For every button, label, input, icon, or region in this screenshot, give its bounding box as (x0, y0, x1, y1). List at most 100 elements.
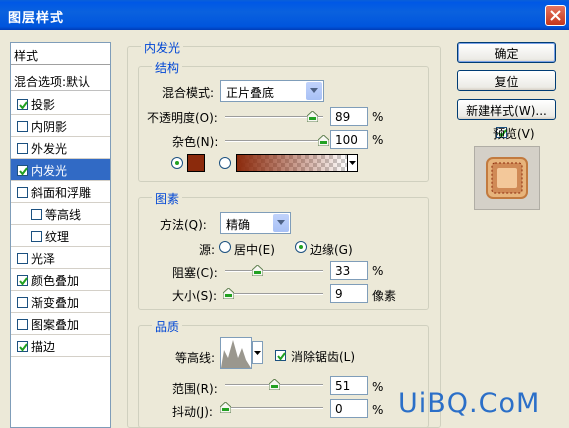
style-item-8[interactable]: 光泽 (11, 247, 110, 268)
size-unit: 像素 (372, 289, 397, 303)
watermark-text: UiBQ.CoM (398, 388, 541, 419)
range-label: 范围(R): (172, 382, 218, 396)
style-item-label: 颜色叠加 (31, 274, 80, 288)
checkmark-icon (19, 167, 28, 176)
chevron-down-icon (254, 351, 261, 355)
size-input[interactable]: 9 (330, 284, 368, 303)
style-item-2[interactable]: 内阴影 (11, 115, 110, 136)
noise-slider-thumb[interactable] (317, 135, 329, 146)
close-icon (550, 10, 561, 21)
style-item-1[interactable]: 投影 (11, 93, 110, 114)
source-label: 源: (199, 243, 216, 257)
range-unit: % (372, 380, 384, 394)
style-item-label: 图案叠加 (31, 318, 80, 332)
source-center-label[interactable]: 居中(E) (234, 241, 275, 258)
choke-slider-track (225, 270, 323, 272)
contour-label: 等高线: (175, 351, 216, 365)
antialias-label[interactable]: 消除锯齿(L) (291, 348, 355, 365)
preview-label[interactable]: 预览(V) (493, 125, 535, 142)
structure-title: 结构 (152, 59, 183, 76)
style-item-checkbox[interactable] (31, 231, 42, 242)
style-preview (474, 146, 540, 210)
style-item-checkbox[interactable] (17, 275, 28, 286)
style-item-10[interactable]: 渐变叠加 (11, 291, 110, 312)
source-edge-label[interactable]: 边缘(G) (310, 241, 353, 258)
style-list-header[interactable]: 样式 (11, 43, 110, 65)
glow-color-swatch[interactable] (187, 154, 205, 172)
title-bar: 图层样式 (0, 0, 569, 30)
source-edge-radio[interactable] (295, 241, 307, 253)
opacity-input[interactable]: 89 (330, 107, 368, 126)
style-item-12[interactable]: 描边 (11, 335, 110, 356)
size-label: 大小(S): (172, 289, 218, 303)
noise-label: 杂色(N): (172, 135, 219, 149)
reset-button[interactable]: 复位 (457, 70, 556, 91)
style-item-6[interactable]: 等高线 (11, 203, 110, 224)
jitter-unit: % (372, 403, 384, 417)
style-item-checkbox[interactable] (17, 187, 28, 198)
checkmark-icon (19, 343, 28, 352)
style-item-checkbox[interactable] (17, 121, 28, 132)
style-item-11[interactable]: 图案叠加 (11, 313, 110, 334)
jitter-input[interactable]: 0 (330, 399, 368, 418)
style-list: 样式 混合选项:默认 投影内阴影外发光内发光 斜面和浮雕 等高线 纹理光泽颜色叠加渐变… (10, 42, 111, 428)
style-item-5[interactable]: 斜面和浮雕 (11, 181, 110, 202)
method-value: 精确 (226, 218, 251, 232)
method-select[interactable]: 精确 (220, 212, 291, 234)
color-mode-radio[interactable] (171, 157, 183, 169)
jitter-slider-thumb[interactable] (219, 402, 231, 413)
style-item-checkbox[interactable] (17, 297, 28, 308)
size-slider-track (225, 293, 323, 295)
style-item-label: 渐变叠加 (31, 296, 80, 310)
style-item-label: 投影 (31, 98, 56, 112)
window-title: 图层样式 (8, 11, 65, 26)
contour-curve-icon (221, 340, 251, 368)
style-item-label: 外发光 (31, 142, 68, 156)
range-input[interactable]: 51 (330, 376, 368, 395)
preview-swatch-icon (486, 157, 528, 199)
gradient-picker[interactable] (236, 154, 348, 172)
opacity-unit: % (372, 110, 384, 124)
close-button[interactable] (545, 5, 566, 26)
contour-preview[interactable] (220, 337, 252, 369)
choke-unit: % (372, 264, 384, 278)
new-style-button[interactable]: 新建样式(W)... (457, 99, 556, 120)
chevron-down-icon (273, 214, 289, 232)
noise-unit: % (372, 133, 384, 147)
opacity-slider-thumb[interactable] (306, 111, 318, 122)
source-center-radio[interactable] (219, 241, 231, 253)
style-item-checkbox[interactable] (31, 209, 42, 220)
ok-button[interactable]: 确定 (457, 42, 556, 63)
size-slider-thumb[interactable] (223, 288, 235, 299)
chevron-down-icon (306, 82, 322, 100)
style-item-checkbox[interactable] (17, 253, 28, 264)
style-item-checkbox[interactable] (17, 319, 28, 330)
choke-slider-thumb[interactable] (251, 265, 263, 276)
style-item-7[interactable]: 纹理 (11, 225, 110, 246)
style-list-divider (11, 356, 110, 357)
choke-input[interactable]: 33 (330, 261, 368, 280)
style-item-checkbox[interactable] (17, 341, 28, 352)
gradient-dropdown[interactable] (347, 154, 358, 172)
range-slider-thumb[interactable] (269, 379, 281, 390)
chevron-down-icon (349, 161, 356, 165)
style-item-checkbox[interactable] (17, 143, 28, 154)
quality-title: 品质 (152, 318, 183, 335)
checkmark-icon (19, 101, 28, 110)
style-item-checkbox[interactable] (17, 99, 28, 110)
blend-mode-select[interactable]: 正片叠底 (220, 80, 324, 102)
style-item-checkbox[interactable] (17, 165, 28, 176)
noise-input[interactable]: 100 (330, 130, 368, 149)
style-item-label: 光泽 (31, 252, 56, 266)
elements-title: 图素 (152, 190, 183, 207)
style-item-9[interactable]: 颜色叠加 (11, 269, 110, 290)
style-item-label: 描边 (31, 340, 56, 354)
jitter-slider-track (225, 407, 323, 409)
gradient-mode-radio[interactable] (219, 157, 231, 169)
contour-dropdown[interactable] (252, 341, 263, 364)
style-item-3[interactable]: 外发光 (11, 137, 110, 158)
antialias-checkbox[interactable] (275, 350, 286, 361)
style-item-4[interactable]: 内发光 (11, 159, 110, 180)
blend-mode-value: 正片叠底 (226, 86, 275, 100)
blend-options-item[interactable]: 混合选项:默认 (11, 70, 110, 91)
